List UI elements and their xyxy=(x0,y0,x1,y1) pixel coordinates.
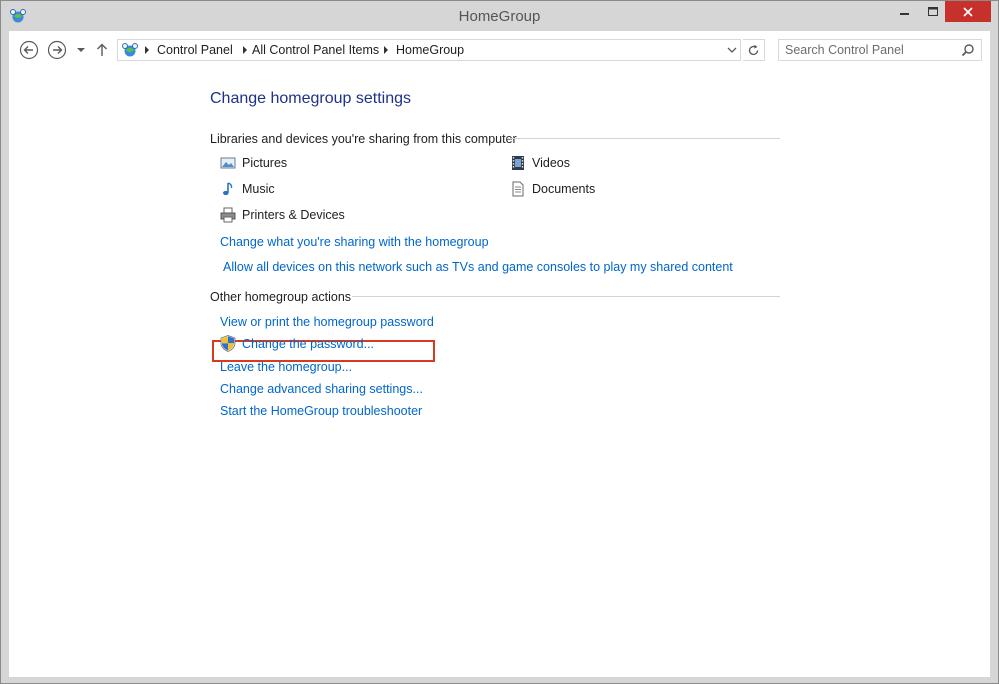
breadcrumb-homegroup[interactable]: HomeGroup xyxy=(396,43,464,57)
homegroup-location-icon xyxy=(122,43,138,57)
advanced-sharing-link[interactable]: Change advanced sharing settings... xyxy=(220,382,423,396)
library-item-label: Music xyxy=(242,182,275,196)
minimize-icon xyxy=(900,12,909,15)
window-title: HomeGroup xyxy=(458,8,541,25)
library-item-label: Pictures xyxy=(242,156,288,170)
maximize-button[interactable] xyxy=(920,1,946,22)
uac-shield-icon xyxy=(220,335,236,352)
actions-section-heading: Other homegroup actions xyxy=(210,290,352,304)
back-button[interactable] xyxy=(19,40,39,60)
close-icon xyxy=(963,6,973,17)
troubleshooter-link[interactable]: Start the HomeGroup troubleshooter xyxy=(220,404,422,418)
view-print-password-link[interactable]: View or print the homegroup password xyxy=(220,315,434,329)
address-bar[interactable]: Control Panel All Control Panel Items Ho… xyxy=(117,39,741,61)
main-panel: Change homegroup settings Libraries and … xyxy=(9,67,990,677)
section-divider xyxy=(352,296,780,297)
search-box[interactable] xyxy=(778,39,982,61)
leave-homegroup-link[interactable]: Leave the homegroup... xyxy=(220,360,352,374)
pictures-icon xyxy=(220,157,236,169)
close-button[interactable] xyxy=(945,1,991,22)
forward-button[interactable] xyxy=(47,40,67,60)
sharing-section-heading: Libraries and devices you're sharing fro… xyxy=(210,132,517,146)
breadcrumb-all-items[interactable]: All Control Panel Items xyxy=(252,43,379,57)
breadcrumb-separator-icon xyxy=(243,46,247,54)
chevron-down-icon xyxy=(77,48,85,52)
forward-arrow-icon xyxy=(47,40,67,60)
breadcrumb-control-panel[interactable]: Control Panel xyxy=(157,43,233,57)
library-item-videos: Videos xyxy=(510,154,570,172)
search-icon[interactable] xyxy=(961,43,975,57)
change-sharing-link[interactable]: Change what you're sharing with the home… xyxy=(220,235,489,249)
library-item-label: Videos xyxy=(532,156,570,170)
library-item-music: Music xyxy=(220,180,275,198)
homegroup-window: HomeGroup Control Panel All Control Pane… xyxy=(0,0,999,684)
library-item-pictures: Pictures xyxy=(220,154,287,172)
navigation-bar: Control Panel All Control Panel Items Ho… xyxy=(9,31,990,67)
breadcrumb-separator-icon xyxy=(384,46,388,54)
printer-icon xyxy=(220,207,236,223)
recent-locations-button[interactable] xyxy=(75,40,87,60)
section-divider xyxy=(507,138,780,139)
window-content: Control Panel All Control Panel Items Ho… xyxy=(9,31,990,677)
up-button[interactable] xyxy=(94,40,110,60)
page-title: Change homegroup settings xyxy=(210,90,412,107)
music-icon xyxy=(223,182,233,196)
library-item-printers: Printers & Devices xyxy=(220,206,345,224)
search-input[interactable] xyxy=(785,42,955,58)
minimize-button[interactable] xyxy=(892,1,918,22)
refresh-icon xyxy=(748,44,759,55)
title-bar[interactable]: HomeGroup xyxy=(1,1,998,31)
back-arrow-icon xyxy=(19,40,39,60)
up-arrow-icon xyxy=(97,43,107,56)
allow-devices-link[interactable]: Allow all devices on this network such a… xyxy=(223,260,733,274)
refresh-button[interactable] xyxy=(743,39,765,61)
videos-icon xyxy=(512,156,524,170)
library-item-label: Printers & Devices xyxy=(242,208,345,222)
documents-icon xyxy=(512,181,524,197)
breadcrumb-separator-icon xyxy=(145,46,149,54)
maximize-icon xyxy=(928,6,938,16)
change-password-link[interactable]: Change the password... xyxy=(242,337,374,351)
library-item-documents: Documents xyxy=(510,180,595,198)
library-item-label: Documents xyxy=(532,182,596,196)
address-dropdown-icon[interactable] xyxy=(726,44,738,56)
